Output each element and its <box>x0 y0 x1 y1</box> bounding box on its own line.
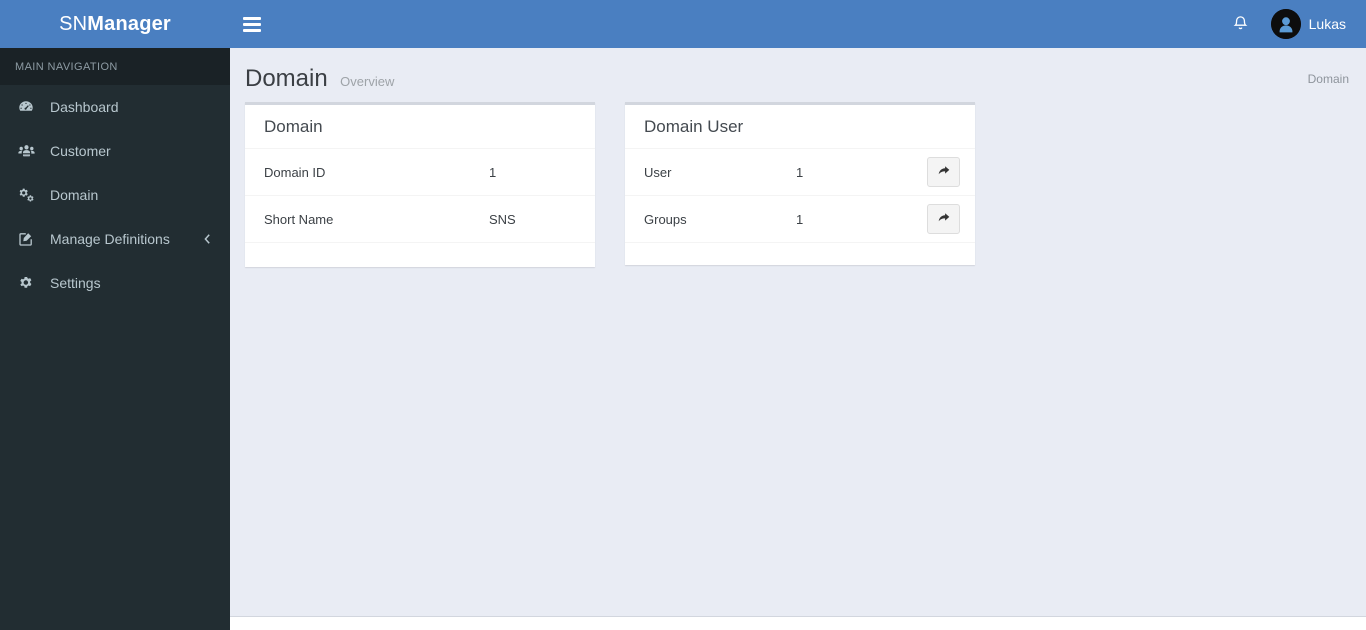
brand-logo[interactable]: SNManager <box>0 0 230 48</box>
sidebar-item-label: Manage Definitions <box>50 231 170 247</box>
row-value: 1 <box>489 164 497 180</box>
hamburger-icon[interactable] <box>230 0 274 48</box>
header-right: Lukas <box>1221 0 1366 48</box>
hamburger-bar <box>243 22 261 26</box>
table-row: Groups 1 <box>625 196 975 243</box>
hamburger-bar <box>243 28 261 32</box>
row-label: Domain ID <box>264 164 326 180</box>
domain-card-header: Domain <box>245 105 595 149</box>
avatar <box>1270 9 1301 39</box>
sidebar-item-settings[interactable]: Settings <box>0 261 230 305</box>
chevron-left-icon <box>203 233 212 245</box>
row-value: 1 <box>796 164 804 180</box>
sidebar-nav: Dashboard Customer Domain Manage Definit… <box>0 85 230 305</box>
share-arrow-icon <box>937 164 951 181</box>
content-wrapper: Domain Overview Domain Domain Domain ID … <box>230 48 1366 616</box>
groups-detail-button[interactable] <box>927 204 960 234</box>
app-root: SNManager MAIN NAVIGATION Dashboard Cust… <box>0 0 1366 630</box>
user-menu[interactable]: Lukas <box>1261 0 1352 48</box>
share-arrow-icon <box>937 211 951 228</box>
domain-user-card-title: Domain User <box>644 117 744 136</box>
sidebar-item-label: Dashboard <box>50 99 119 115</box>
domain-card-title: Domain <box>264 117 323 136</box>
domain-user-card: Domain User User 1 Groups 1 <box>625 102 975 265</box>
user-detail-button[interactable] <box>927 157 960 187</box>
table-row: Domain ID 1 <box>245 149 595 196</box>
content-body: Domain Domain ID 1 Short Name SNS Domain… <box>230 102 1366 267</box>
hamburger-bar <box>243 16 261 20</box>
dashboard-icon <box>18 99 42 115</box>
domain-user-card-body: User 1 Groups 1 <box>625 149 975 243</box>
user-name: Lukas <box>1308 16 1346 32</box>
sidebar-item-dashboard[interactable]: Dashboard <box>0 85 230 129</box>
content-header: Domain Overview Domain <box>230 48 1366 102</box>
sidebar: SNManager MAIN NAVIGATION Dashboard Cust… <box>0 0 230 630</box>
breadcrumb-item-domain[interactable]: Domain <box>1308 72 1349 86</box>
table-row: User 1 <box>625 149 975 196</box>
row-label: Short Name <box>264 211 334 227</box>
brand-logo-light: SN <box>59 13 88 35</box>
sidebar-item-label: Settings <box>50 275 101 291</box>
bell-icon[interactable] <box>1221 0 1261 48</box>
row-value: 1 <box>796 211 804 227</box>
table-row: Short Name SNS <box>245 196 595 243</box>
sidebar-item-customer[interactable]: Customer <box>0 129 230 173</box>
sidebar-section-label: MAIN NAVIGATION <box>0 48 230 85</box>
domain-card: Domain Domain ID 1 Short Name SNS <box>245 102 595 267</box>
page-title: Domain <box>245 65 328 92</box>
breadcrumb: Domain <box>1308 72 1349 86</box>
brand-logo-bold: Manager <box>87 13 171 35</box>
gear-icon <box>18 275 42 291</box>
main-footer <box>230 616 1366 630</box>
domain-user-card-header: Domain User <box>625 105 975 149</box>
sidebar-item-label: Customer <box>50 143 111 159</box>
top-header: Lukas <box>230 0 1366 48</box>
domain-card-footer <box>245 243 595 267</box>
page-subtitle: Overview <box>340 74 395 89</box>
sidebar-item-domain[interactable]: Domain <box>0 173 230 217</box>
sidebar-item-manage-definitions[interactable]: Manage Definitions <box>0 217 230 261</box>
row-value: SNS <box>489 211 516 227</box>
domain-user-card-footer <box>625 243 975 265</box>
domain-card-body: Domain ID 1 Short Name SNS <box>245 149 595 243</box>
row-label: User <box>644 164 672 180</box>
users-icon <box>18 143 42 159</box>
sidebar-item-label: Domain <box>50 187 99 203</box>
row-label: Groups <box>644 211 687 227</box>
edit-icon <box>18 231 42 247</box>
cogs-icon <box>18 187 42 203</box>
